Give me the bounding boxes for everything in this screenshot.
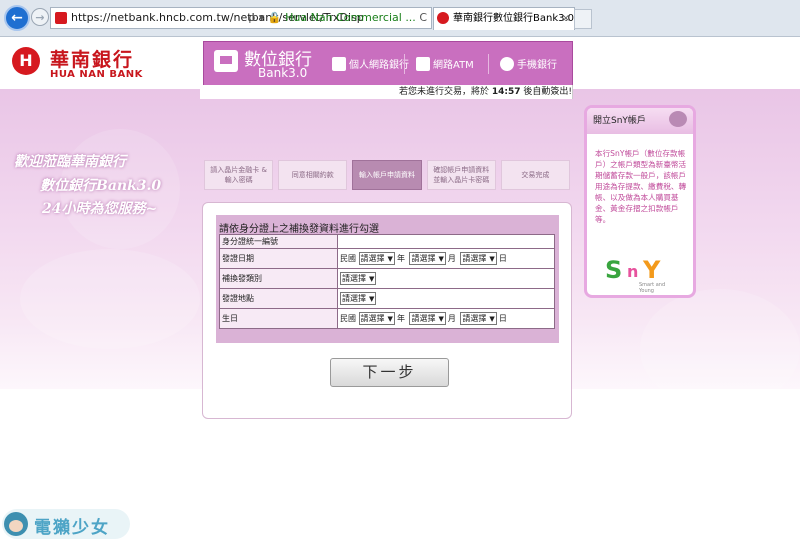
site-identity[interactable]: Hua Nan Commercial ... (285, 11, 416, 24)
divider (404, 54, 405, 74)
digital-bank-subtitle: Bank3.0 (258, 66, 308, 80)
birthday-label: 生日 (219, 308, 338, 329)
sny-description: 本行SnY帳戶（數位存款帳戶）之帳戶類型為新臺幣活期儲蓄存款一般戶，該帳戶用途為… (595, 149, 687, 224)
browser-toolbar: ← → https://netbank.hncb.com.tw/netbank/… (0, 0, 800, 37)
digital-bank-banner: 數位銀行 Bank3.0 個人網路銀行 網路ATM 手機銀行 (203, 41, 573, 88)
refresh-icon[interactable]: C (419, 11, 427, 24)
issue-date-label: 發證日期 (219, 248, 338, 269)
reissue-form: 請依身分證上之補換發資料進行勾選 身分證統一編號 發證日期 民國 請選擇 ▼ 年 請… (216, 215, 559, 343)
new-tab-button[interactable] (574, 9, 592, 29)
address-bar-controls: ρ ▾ 🔒 Hua Nan Commercial ... C (248, 8, 427, 28)
progress-steps: 請入晶片金融卡 & 輸入密碼 同意相關約款 輸入帳戶申請資料 確認帳戶申請資料 … (204, 160, 571, 190)
issue-day-select[interactable]: 請選擇 ▼ (460, 252, 497, 265)
chevron-down-icon: ▼ (387, 315, 393, 323)
otter-mascot-icon (4, 512, 28, 536)
step-2: 同意相關約款 (278, 160, 348, 190)
atm-icon (416, 56, 430, 71)
form-row: 發證日期 民國 請選擇 ▼ 年 請選擇 ▼ 月 請選擇 ▼ 日 (219, 248, 555, 269)
chevron-down-icon: ▼ (369, 295, 375, 303)
step-5: 交易完成 (500, 160, 571, 190)
decor-circle (20, 249, 200, 349)
reissue-type-select[interactable]: 請選擇 ▼ (340, 272, 377, 285)
sny-header[interactable]: 開立SnY帳戶 (587, 108, 693, 134)
welcome-line-3: 24小時為您服務~ (42, 201, 158, 217)
form-title: 請依身分證上之補換發資料進行勾選 (219, 224, 379, 235)
issue-date-field: 民國 請選擇 ▼ 年 請選擇 ▼ 月 請選擇 ▼ 日 (337, 248, 555, 269)
back-arrow-icon: ← (11, 10, 23, 26)
sny-logo[interactable]: S n Y Smart and Young (603, 256, 677, 294)
browser-tab[interactable]: 華南銀行數位銀行Bank3.0... × (433, 7, 575, 30)
form-table: 身分證統一編號 發證日期 民國 請選擇 ▼ 年 請選擇 ▼ 月 請選擇 ▼ 日 補換發類別 (219, 234, 555, 329)
birth-year-select[interactable]: 請選擇 ▼ (358, 312, 395, 325)
form-row: 身分證統一編號 (219, 234, 555, 249)
chevron-down-icon: ▼ (387, 255, 393, 263)
tab-title: 華南銀行數位銀行Bank3.0... (453, 13, 575, 24)
issue-place-select[interactable]: 請選擇 ▼ (340, 292, 377, 305)
step-3-active: 輸入帳戶申請資料 (352, 160, 422, 190)
welcome-line-1: 歡迎蒞臨華南銀行 (14, 154, 126, 170)
step-4: 確認帳戶申請資料 並輸入晶片卡密碼 (426, 160, 496, 190)
birth-day-select[interactable]: 請選擇 ▼ (460, 312, 497, 325)
tab-favicon-icon (437, 12, 449, 24)
watermark: 電獺少女 (2, 509, 130, 539)
tab-close-icon[interactable]: × (562, 8, 570, 30)
page: H 華南銀行 HUA NAN BANK 數位銀行 Bank3.0 個人網路銀行 … (0, 37, 800, 553)
id-number-label: 身分證統一編號 (219, 234, 338, 249)
personal-netbank-link[interactable]: 個人網路銀行 (332, 56, 409, 71)
bank-name-en: HUA NAN BANK (50, 69, 143, 80)
watermark-text: 電獺少女 (34, 518, 110, 538)
chevron-down-icon: ▼ (438, 255, 444, 263)
form-row: 生日 民國 請選擇 ▼ 年 請選擇 ▼ 月 請選擇 ▼ 日 (219, 308, 555, 329)
lock-icon: 🔒 (267, 11, 282, 24)
divider (488, 54, 489, 74)
issue-place-label: 發證地點 (219, 288, 338, 309)
chevron-down-icon: ▼ (438, 315, 444, 323)
welcome-line-2: 數位銀行Bank3.0 (40, 178, 162, 194)
sny-account-panel: 開立SnY帳戶 本行SnY帳戶（數位存款帳戶）之帳戶類型為新臺幣活期儲蓄存款一般… (584, 105, 696, 298)
back-button[interactable]: ← (4, 5, 30, 31)
decor-circle (640, 289, 800, 409)
birthday-field: 民國 請選擇 ▼ 年 請選擇 ▼ 月 請選擇 ▼ 日 (337, 308, 555, 329)
search-dropdown-icon[interactable]: ρ ▾ (248, 11, 264, 24)
address-bar[interactable]: https://netbank.hncb.com.tw/netbank/serv… (50, 7, 432, 29)
form-row: 補換發類別 請選擇 ▼ (219, 268, 555, 289)
reissue-type-label: 補換發類別 (219, 268, 338, 289)
welcome-message: 歡迎蒞臨華南銀行 數位銀行Bank3.0 24小時為您服務~ (14, 151, 161, 218)
id-number-value (337, 234, 555, 249)
mobile-icon (500, 56, 514, 71)
computer-icon (332, 56, 346, 71)
chevron-down-icon: ▼ (489, 315, 495, 323)
mobile-banking-link[interactable]: 手機銀行 (500, 56, 557, 71)
bank-name-cn: 華南銀行 (50, 49, 135, 71)
next-step-button[interactable]: 下一步 (330, 358, 449, 387)
form-row: 發證地點 請選擇 ▼ (219, 288, 555, 309)
monitor-icon (214, 50, 238, 72)
reissue-type-field: 請選擇 ▼ (337, 268, 555, 289)
step-1: 請入晶片金融卡 & 輸入密碼 (204, 160, 274, 190)
birth-month-select[interactable]: 請選擇 ▼ (409, 312, 446, 325)
forward-button[interactable]: → (31, 8, 49, 26)
session-timer: 若您未進行交易，將於 14:57 後自動簽出! (200, 85, 573, 99)
site-favicon-icon (55, 12, 67, 24)
content-panel: 請依身分證上之補換發資料進行勾選 身分證統一編號 發證日期 民國 請選擇 ▼ 年 請… (202, 202, 572, 419)
bank-logo[interactable]: H 華南銀行 HUA NAN BANK (12, 45, 152, 85)
web-atm-link[interactable]: 網路ATM (416, 56, 474, 71)
session-time: 14:57 (491, 87, 521, 97)
chevron-down-icon: ▼ (369, 275, 375, 283)
account-badge-icon (669, 111, 687, 127)
bank-logo-mark-icon: H (12, 47, 40, 75)
forward-arrow-icon: → (35, 10, 45, 24)
issue-month-select[interactable]: 請選擇 ▼ (409, 252, 446, 265)
chevron-down-icon: ▼ (489, 255, 495, 263)
issue-place-field: 請選擇 ▼ (337, 288, 555, 309)
issue-year-select[interactable]: 請選擇 ▼ (358, 252, 395, 265)
